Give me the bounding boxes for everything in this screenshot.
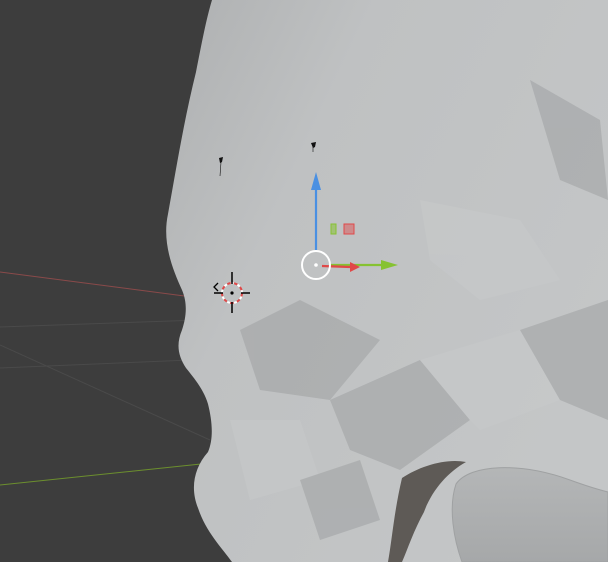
viewport-scene[interactable]	[0, 0, 608, 562]
gizmo-plane-handle[interactable]	[343, 223, 355, 235]
gizmo-plane-handle[interactable]	[330, 223, 337, 235]
gizmo-center-dot	[314, 263, 318, 267]
3d-viewport[interactable]	[0, 0, 608, 562]
y-axis-line	[0, 461, 221, 486]
grid-line	[0, 319, 201, 328]
grid-line	[0, 344, 211, 441]
grid-line	[0, 359, 191, 369]
